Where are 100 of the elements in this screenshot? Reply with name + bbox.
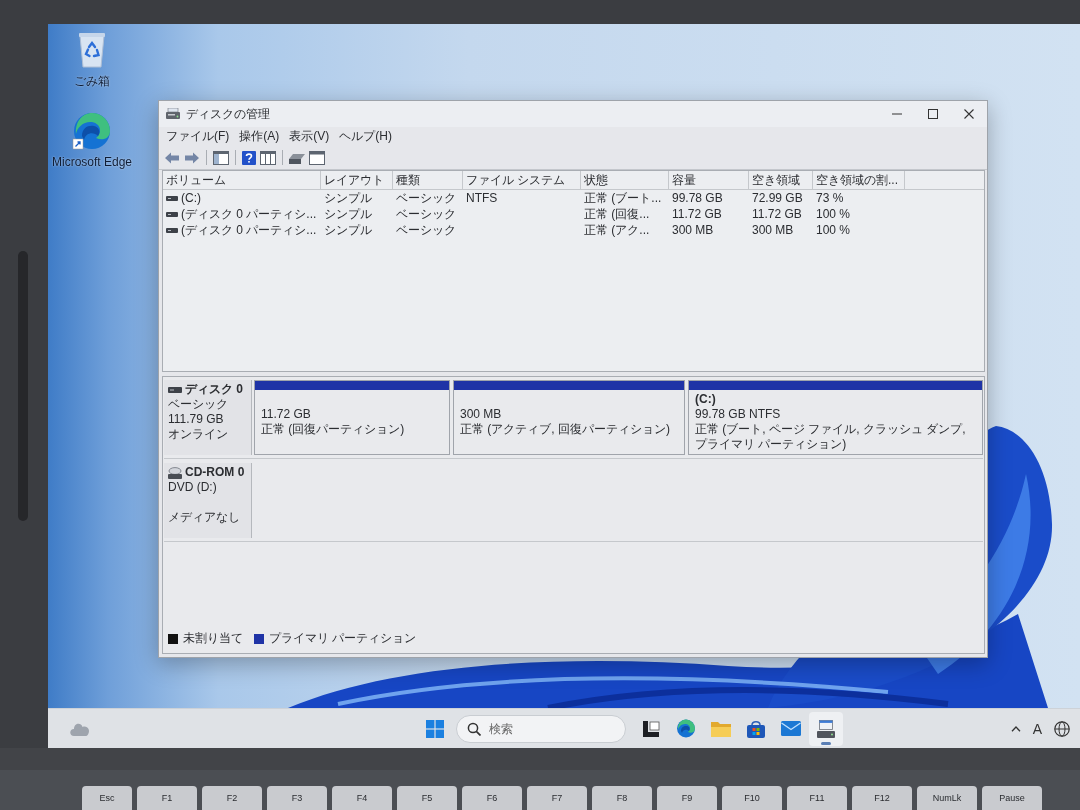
keyboard-key: F10 xyxy=(722,786,782,810)
keyboard-key: F4 xyxy=(332,786,392,810)
table-cell[interactable]: 正常 (ブート... xyxy=(581,190,669,206)
squares-icon xyxy=(642,719,660,738)
drive-icon[interactable] xyxy=(289,151,305,164)
table-cell[interactable]: 100 % xyxy=(813,222,905,238)
disk-type: ベーシック xyxy=(168,397,229,412)
keyboard-key: F7 xyxy=(527,786,587,810)
menu-item[interactable]: ファイル(F) xyxy=(162,127,234,146)
disk-label-panel[interactable]: ディスク 0 ベーシック 111.79 GB オンライン xyxy=(164,380,252,455)
ime-mode-indicator[interactable]: A xyxy=(1032,720,1042,737)
back-icon[interactable] xyxy=(164,150,180,165)
close-icon xyxy=(964,109,974,119)
table-cell[interactable]: 100 % xyxy=(813,206,905,222)
table-cell[interactable]: 73 % xyxy=(813,190,905,206)
keyboard-key: Esc xyxy=(82,786,132,810)
desktop-icon-label[interactable]: Microsoft Edge xyxy=(51,155,132,169)
column-header[interactable]: 種類 xyxy=(393,171,463,189)
taskbar-app-button[interactable] xyxy=(809,711,843,746)
partition-size: 11.72 GB xyxy=(261,407,312,422)
table-cell[interactable]: シンプル xyxy=(321,206,393,222)
forward-icon[interactable] xyxy=(184,150,200,165)
keyboard-key: F1 xyxy=(137,786,197,810)
disk-status: オンライン xyxy=(168,427,229,442)
partition-status: 正常 (ブート, ページ ファイル, クラッシュ ダンプ, プライマリ パーティション) xyxy=(695,422,967,452)
keyboard-key: F9 xyxy=(657,786,717,810)
disc-drive-icon xyxy=(168,466,182,479)
table-cell[interactable]: 72.99 GB xyxy=(749,190,813,206)
table-cell[interactable]: 300 MB xyxy=(669,222,749,238)
keyboard-key: F11 xyxy=(787,786,847,810)
table-cell[interactable]: (ディスク 0 パーティシ... xyxy=(181,206,317,222)
keyboard-key: Pause xyxy=(982,786,1042,810)
shopping-bag-icon xyxy=(747,719,765,738)
table-cell[interactable]: 99.78 GB xyxy=(669,190,749,206)
keyboard-key: NumLk xyxy=(917,786,977,810)
partition-status: 正常 (アクティブ, 回復パーティション) xyxy=(460,422,671,437)
swirl-icon xyxy=(676,719,696,738)
partition-name: (C:) xyxy=(695,392,717,407)
disk-name: ディスク 0 xyxy=(185,382,243,397)
partition-block[interactable]: (C:) 99.78 GB NTFS 正常 (ブート, ページ ファイル, クラッシュ ダンプ, プライマリ パーティション) xyxy=(688,380,983,455)
drive-icon xyxy=(166,195,178,201)
column-header[interactable]: ボリューム xyxy=(163,171,321,189)
column-header[interactable]: レイアウト xyxy=(321,171,393,189)
menu-item[interactable]: 表示(V) xyxy=(285,127,334,146)
table-cell[interactable]: NTFS xyxy=(463,190,581,206)
disk-type: DVD (D:) xyxy=(168,480,218,495)
column-header[interactable]: ファイル システム xyxy=(463,171,581,189)
table-cell[interactable]: 正常 (回復... xyxy=(581,206,669,222)
globe-icon[interactable] xyxy=(1054,720,1070,737)
maximize-icon xyxy=(928,109,938,119)
search-field[interactable]: 検索 xyxy=(456,714,626,743)
table-cell[interactable]: シンプル xyxy=(321,222,393,238)
envelope-icon xyxy=(781,721,801,736)
legend-label: 未割り当て xyxy=(183,630,243,647)
window-title: ディスクの管理 xyxy=(186,105,270,123)
help-icon[interactable] xyxy=(242,150,256,165)
table-cell[interactable]: (C:) xyxy=(181,190,201,206)
search-icon[interactable] xyxy=(467,721,481,736)
table-cell[interactable]: ベーシック xyxy=(393,190,463,206)
drive-icon xyxy=(166,108,180,120)
keyboard-key: F3 xyxy=(267,786,327,810)
partition-size: 300 MB xyxy=(460,407,503,422)
start-icon xyxy=(426,719,444,738)
window-icon[interactable] xyxy=(309,150,325,165)
table-cell[interactable]: (ディスク 0 パーティシ... xyxy=(181,222,317,238)
disk-size: 111.79 GB xyxy=(168,412,225,427)
keyboard-key: F12 xyxy=(852,786,912,810)
legend-label: プライマリ パーティション xyxy=(269,630,417,647)
drive-icon xyxy=(817,719,835,738)
table-cell[interactable]: ベーシック xyxy=(393,222,463,238)
chevron-up-icon[interactable] xyxy=(1010,725,1021,732)
desktop-icon-label[interactable]: ごみ箱 xyxy=(74,73,110,90)
table-cell[interactable]: シンプル xyxy=(321,190,393,206)
partition-size: 99.78 GB NTFS xyxy=(695,407,782,422)
swirl-icon[interactable] xyxy=(72,112,112,150)
partition-status: 正常 (回復パーティション) xyxy=(261,422,406,437)
column-header[interactable]: 状態 xyxy=(581,171,669,189)
partition-block[interactable]: 300 MB 正常 (アクティブ, 回復パーティション) xyxy=(453,380,685,455)
drive-icon xyxy=(168,386,182,393)
recycle-bin-icon[interactable] xyxy=(77,32,107,68)
column-header[interactable]: 空き領域の割... xyxy=(813,171,905,189)
table-cell[interactable]: 11.72 GB xyxy=(749,206,813,222)
table-cell[interactable]: 11.72 GB xyxy=(669,206,749,222)
drive-icon xyxy=(166,211,178,217)
menu-item[interactable]: 操作(A) xyxy=(235,127,284,146)
partition-block[interactable]: 11.72 GB 正常 (回復パーティション) xyxy=(254,380,450,455)
disk-name: CD-ROM 0 xyxy=(185,465,245,480)
menu-item[interactable]: ヘルプ(H) xyxy=(335,127,396,146)
drive-icon xyxy=(166,227,178,233)
table-cell[interactable]: 正常 (アク... xyxy=(581,222,669,238)
disk-label-panel[interactable]: CD-ROM 0 DVD (D:) メディアなし xyxy=(164,463,252,538)
column-header[interactable]: 容量 xyxy=(669,171,749,189)
columns-icon[interactable] xyxy=(260,150,276,165)
table-cell[interactable]: 300 MB xyxy=(749,222,813,238)
panel-icon[interactable] xyxy=(213,150,229,165)
table-cell[interactable]: ベーシック xyxy=(393,206,463,222)
keyboard-key: F6 xyxy=(462,786,522,810)
column-header[interactable]: 空き領域 xyxy=(749,171,813,189)
keyboard-key: F2 xyxy=(202,786,262,810)
folder-icon xyxy=(711,720,731,737)
